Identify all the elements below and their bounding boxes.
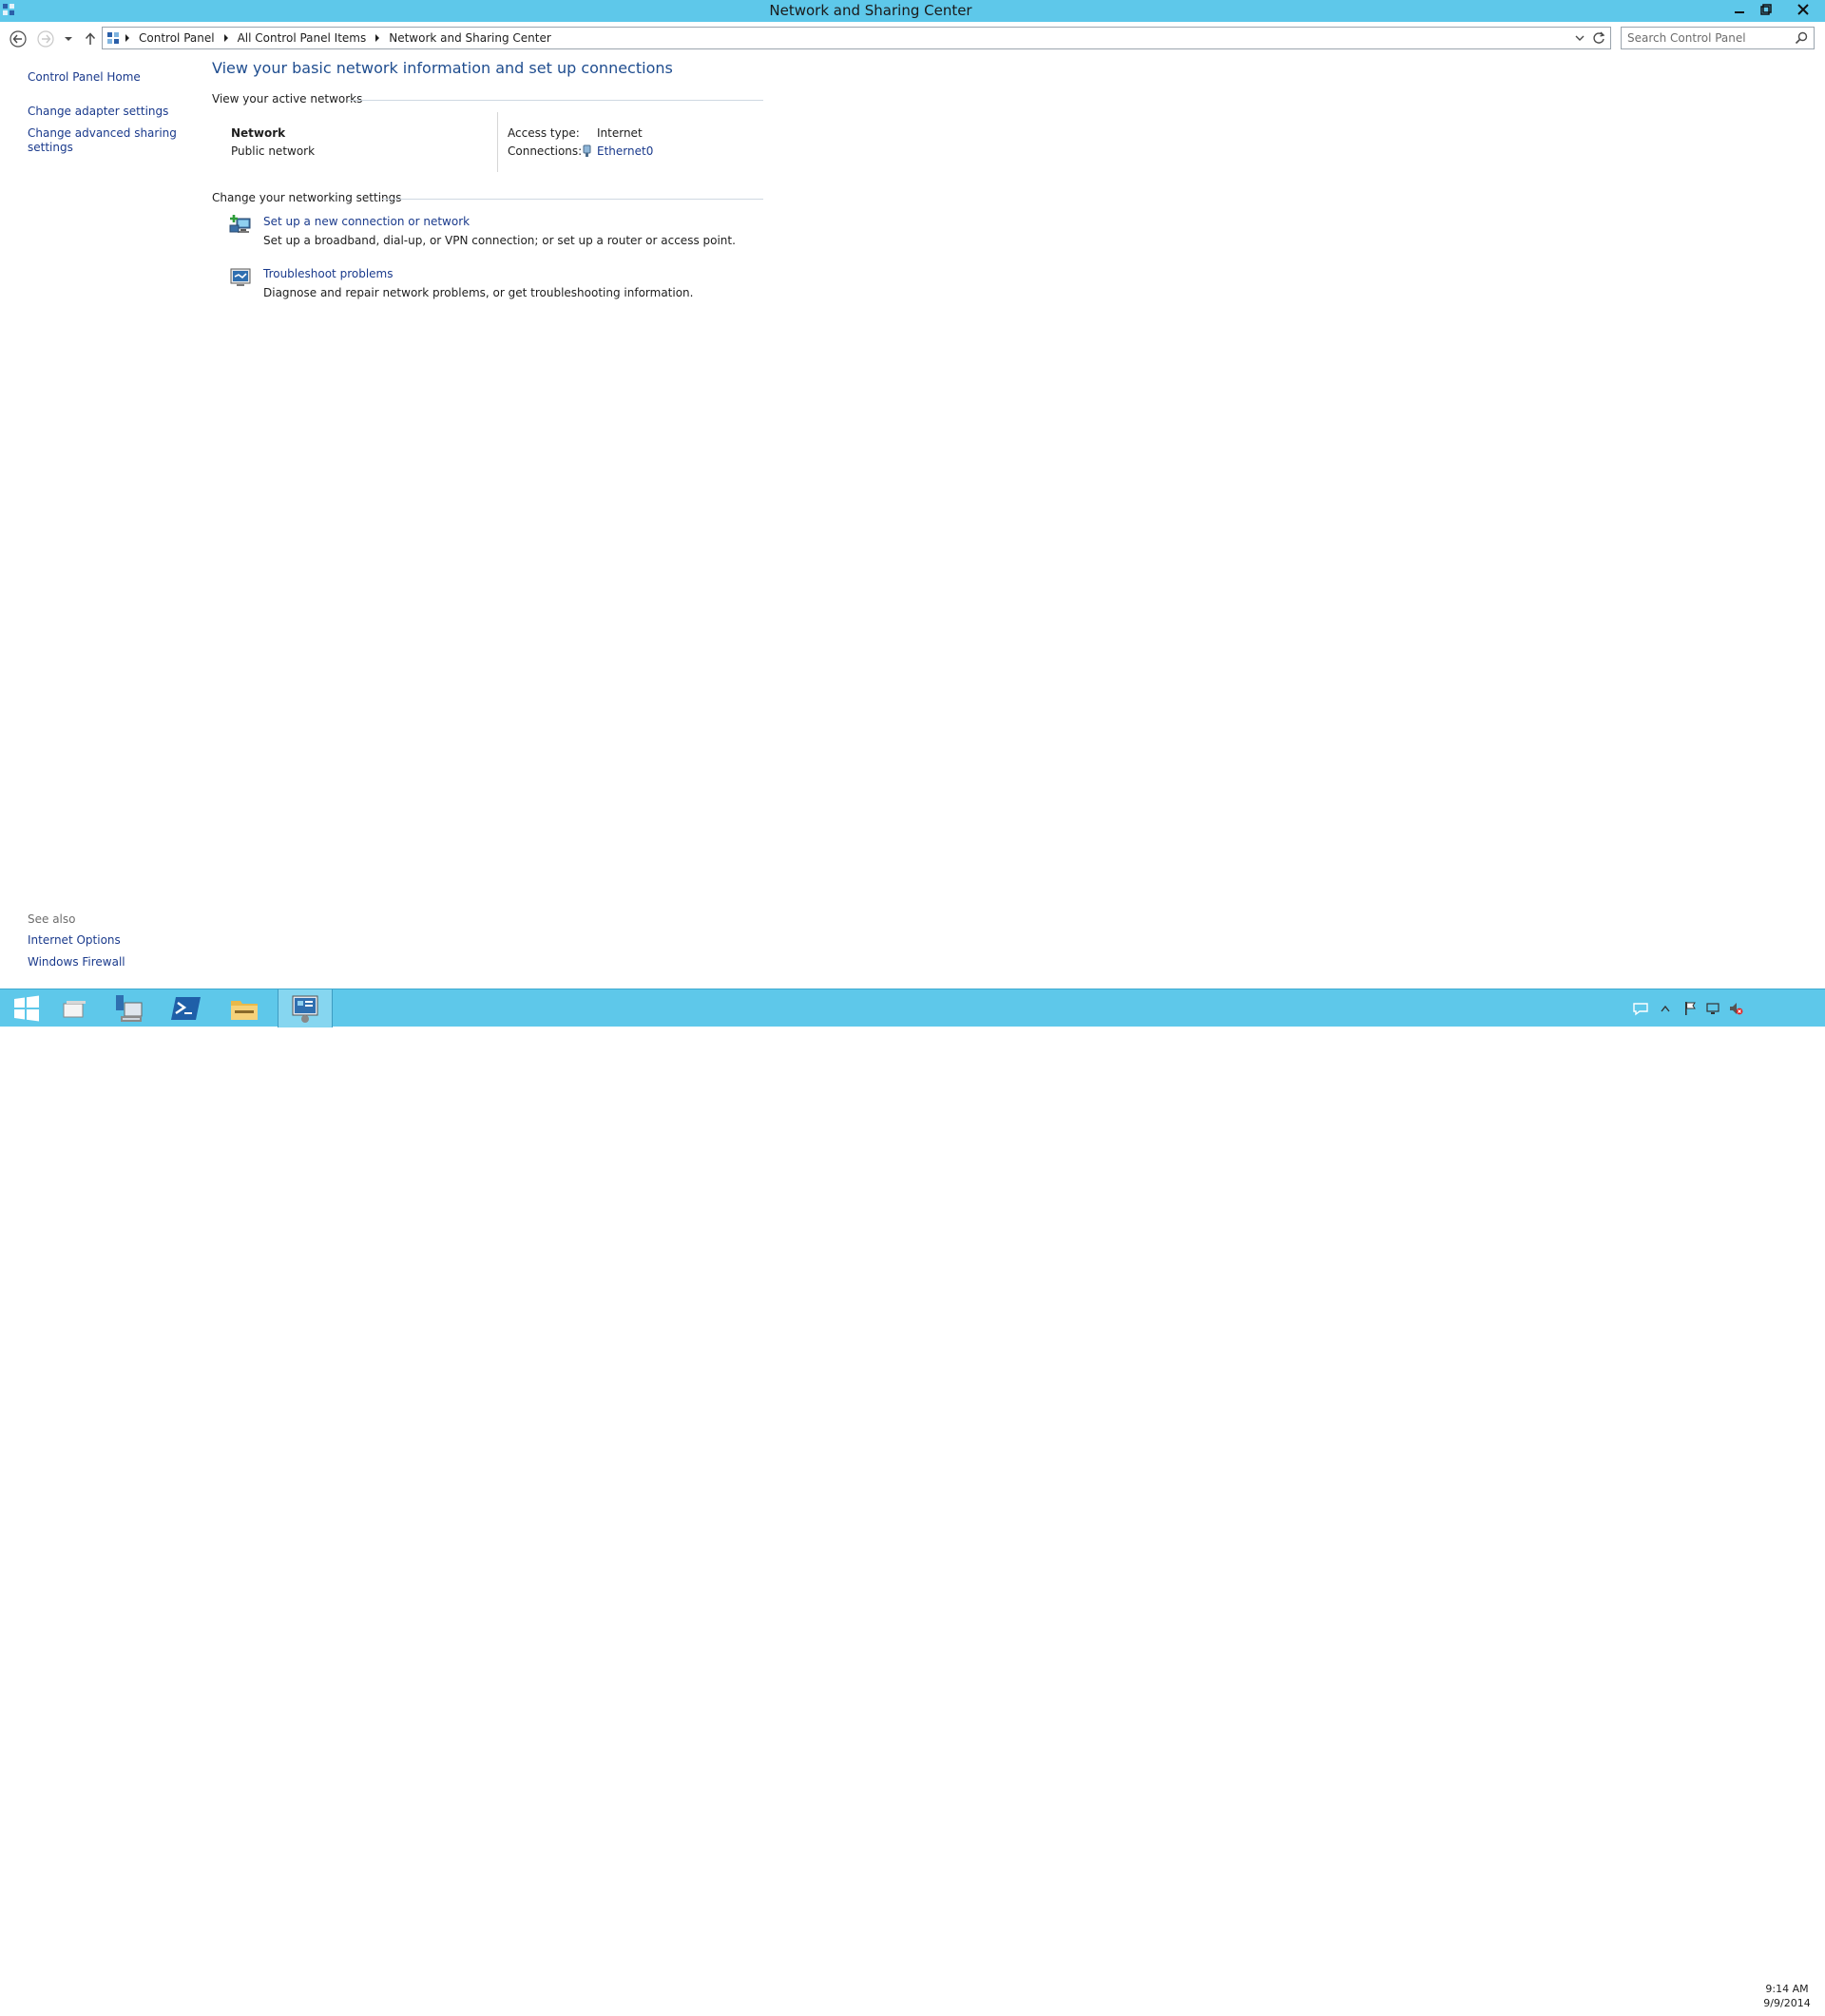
network-icon — [1706, 1003, 1719, 1014]
server-manager-icon — [116, 995, 143, 1022]
setup-connection-link[interactable]: Set up a new connection or network — [263, 215, 470, 228]
troubleshoot-icon[interactable] — [229, 266, 252, 289]
minimize-button[interactable] — [1727, 0, 1752, 19]
up-arrow-icon — [85, 32, 96, 45]
network-type: Public network — [231, 144, 316, 158]
control-panel-home-link[interactable]: Control Panel Home — [28, 70, 141, 84]
ethernet-icon — [583, 144, 591, 157]
close-icon — [1797, 4, 1809, 15]
setup-connection-description: Set up a broadband, dial-up, or VPN conn… — [263, 234, 736, 247]
recent-locations-button[interactable] — [61, 29, 76, 49]
show-hidden-icons-button[interactable] — [1656, 989, 1675, 1027]
access-type-value: Internet — [597, 126, 643, 140]
breadcrumb-all-items[interactable]: All Control Panel Items — [232, 31, 373, 45]
start-button[interactable] — [0, 989, 53, 1027]
file-explorer-button[interactable] — [218, 989, 271, 1027]
search-input[interactable] — [1627, 29, 1789, 47]
forward-arrow-icon — [37, 30, 54, 48]
control-panel-icon[interactable] — [106, 31, 120, 45]
breadcrumb: Control Panel All Control Panel Items Ne… — [106, 28, 557, 48]
internet-options-link[interactable]: Internet Options — [28, 933, 121, 947]
active-networks-heading: View your active networks — [212, 92, 363, 106]
window-icon — [63, 1001, 86, 1018]
refresh-icon[interactable] — [1592, 30, 1605, 46]
address-bar[interactable]: Control Panel All Control Panel Items Ne… — [102, 27, 1611, 49]
powershell-button[interactable] — [160, 989, 213, 1027]
connections-label: Connections: — [508, 144, 583, 158]
section-divider — [348, 100, 763, 101]
network-name: Network — [231, 126, 286, 140]
new-connection-icon[interactable] — [229, 214, 252, 237]
flag-icon — [1685, 1002, 1696, 1015]
navigation-bar: Control Panel All Control Panel Items Ne… — [0, 25, 1825, 53]
task-view-button[interactable] — [48, 989, 101, 1027]
network-sharing-icon — [292, 995, 318, 1023]
access-type-label: Access type: — [508, 126, 580, 140]
windows-firewall-link[interactable]: Windows Firewall — [28, 955, 125, 969]
close-button[interactable] — [1787, 0, 1819, 19]
volume-tray-button[interactable] — [1726, 989, 1745, 1027]
taskbar: The Collection Book 9:14 AM 9/9/2014 — [0, 989, 1825, 2016]
server-manager-button[interactable] — [102, 989, 155, 1027]
network-tray-button[interactable] — [1703, 989, 1722, 1027]
troubleshoot-link[interactable]: Troubleshoot problems — [263, 267, 393, 280]
minimize-icon — [1735, 11, 1744, 13]
action-center-button[interactable] — [1681, 989, 1700, 1027]
watermark: The Collection Book — [1585, 1974, 1797, 2016]
powershell-icon — [171, 997, 201, 1020]
back-arrow-icon — [10, 30, 27, 48]
control-panel-taskbar-button[interactable] — [278, 989, 333, 1027]
windows-logo-icon — [14, 995, 39, 1022]
chevron-down-icon — [65, 37, 72, 41]
search-box[interactable] — [1621, 27, 1815, 49]
breadcrumb-separator-icon[interactable] — [223, 34, 228, 42]
address-dropdown-icon[interactable] — [1574, 31, 1585, 45]
search-icon[interactable] — [1795, 31, 1808, 45]
chevron-up-icon — [1661, 1005, 1670, 1012]
restore-button[interactable] — [1754, 0, 1778, 19]
change-settings-heading: Change your networking settings — [212, 191, 402, 204]
restore-icon — [1760, 4, 1772, 15]
clock-time: 9:14 AM — [1765, 1983, 1809, 1995]
system-clock[interactable]: 9:14 AM 9/9/2014 — [1758, 1982, 1815, 2010]
breadcrumb-control-panel[interactable]: Control Panel — [133, 31, 221, 45]
breadcrumb-current[interactable]: Network and Sharing Center — [383, 31, 557, 45]
clock-date: 9/9/2014 — [1763, 1997, 1811, 2009]
window-title: Network and Sharing Center — [769, 2, 972, 19]
chat-icon — [1633, 1003, 1648, 1016]
tray-item[interactable] — [1631, 989, 1650, 1027]
change-adapter-settings-link[interactable]: Change adapter settings — [28, 105, 168, 118]
troubleshoot-description: Diagnose and repair network problems, or… — [263, 286, 694, 299]
section-divider — [382, 199, 763, 200]
ethernet-connection-link[interactable]: Ethernet0 — [583, 144, 653, 158]
back-button[interactable] — [8, 29, 29, 49]
breadcrumb-separator-icon[interactable] — [125, 34, 129, 42]
breadcrumb-separator-icon[interactable] — [375, 34, 380, 42]
see-also-title: See also — [28, 912, 76, 926]
connection-name[interactable]: Ethernet0 — [597, 144, 653, 158]
folder-icon — [231, 1001, 258, 1020]
up-button[interactable] — [82, 29, 99, 49]
change-advanced-sharing-link[interactable]: Change advanced sharing settings — [28, 126, 180, 155]
network-divider — [497, 112, 498, 172]
page-title: View your basic network information and … — [212, 59, 673, 77]
forward-button[interactable] — [35, 29, 56, 49]
title-bar: Network and Sharing Center — [0, 0, 1825, 22]
book-logo-icon — [1586, 1984, 1638, 2016]
volume-muted-icon — [1730, 1003, 1743, 1015]
